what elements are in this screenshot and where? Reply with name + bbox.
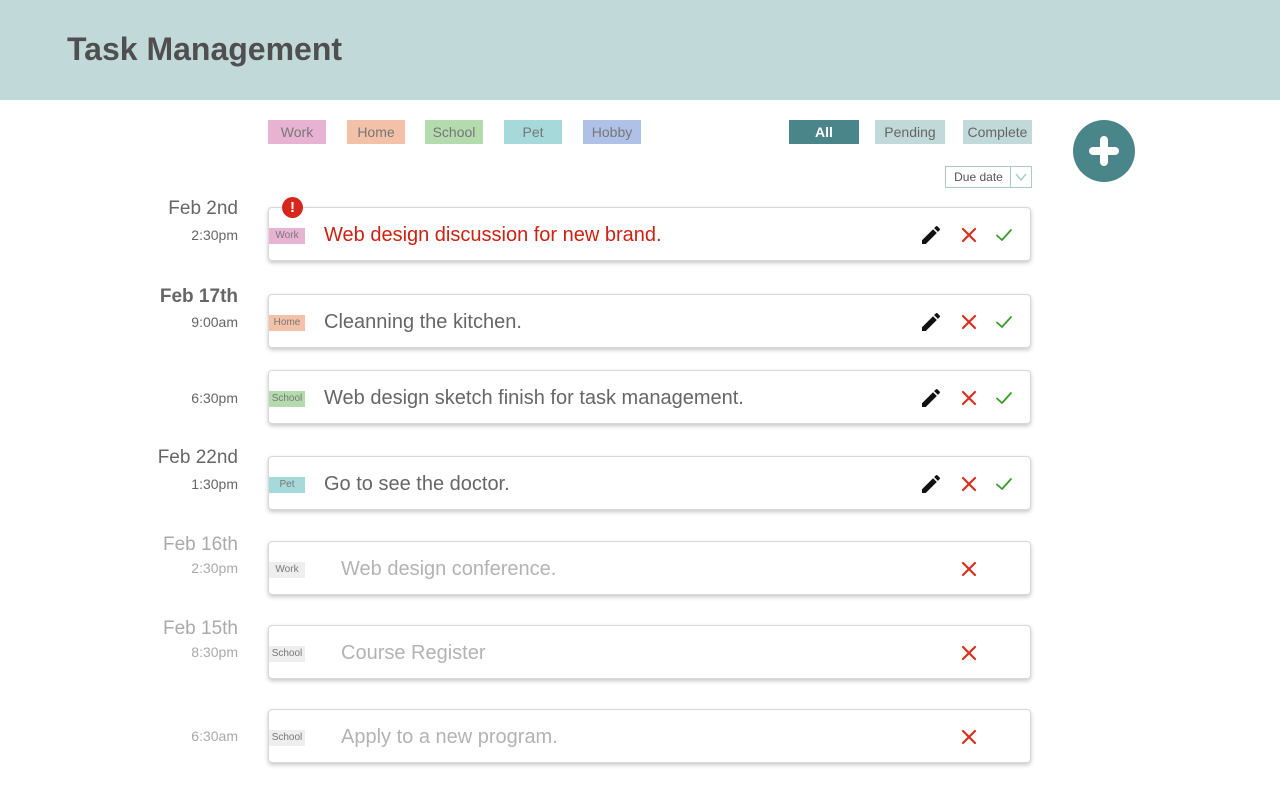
task-date: Feb 15th <box>163 618 238 639</box>
task-time: 2:30pm <box>191 560 238 576</box>
check-icon[interactable] <box>992 310 1016 334</box>
sort-dropdown[interactable]: Due date <box>945 166 1032 188</box>
task-date: Feb 16th <box>163 534 238 555</box>
task-time: 2:30pm <box>191 227 238 243</box>
pencil-icon[interactable] <box>919 310 943 334</box>
category-pet-button[interactable]: Pet <box>504 120 562 144</box>
task-tag: Work <box>269 228 305 244</box>
task-time: 6:30am <box>191 728 238 744</box>
category-home-button[interactable]: Home <box>347 120 405 144</box>
task-card: School Course Register <box>268 625 1031 679</box>
task-text: Go to see the doctor. <box>324 473 510 495</box>
category-hobby-button[interactable]: Hobby <box>583 120 641 144</box>
exclamation-icon: ! <box>282 197 303 218</box>
page-title: Task Management <box>67 31 343 67</box>
check-icon[interactable] <box>992 472 1016 496</box>
pencil-icon[interactable] <box>919 223 943 247</box>
task-time: 1:30pm <box>191 476 238 492</box>
close-icon[interactable] <box>957 310 981 334</box>
pencil-icon[interactable] <box>919 386 943 410</box>
task-text: Web design sketch finish for task manage… <box>324 387 744 409</box>
close-icon[interactable] <box>957 472 981 496</box>
task-date: Feb 22nd <box>157 447 238 468</box>
task-time: 9:00am <box>191 314 238 330</box>
close-icon[interactable] <box>957 641 981 665</box>
task-date: Feb 2nd <box>168 198 238 219</box>
add-task-button[interactable] <box>1073 120 1135 182</box>
task-card: Work Web design conference. <box>268 541 1031 595</box>
task-text: Course Register <box>341 642 486 664</box>
sort-label: Due date <box>954 170 1003 184</box>
task-tag: School <box>269 391 305 407</box>
pencil-icon[interactable] <box>919 472 943 496</box>
close-icon[interactable] <box>957 223 981 247</box>
app-header: Task Management <box>0 0 1280 100</box>
task-card: School Web design sketch finish for task… <box>268 370 1031 424</box>
check-icon[interactable] <box>992 386 1016 410</box>
task-text: Apply to a new program. <box>341 726 558 748</box>
task-tag: Home <box>269 315 305 331</box>
task-card: Pet Go to see the doctor. <box>268 456 1031 510</box>
task-time: 8:30pm <box>191 644 238 660</box>
close-icon[interactable] <box>957 557 981 581</box>
chevron-down-icon <box>1010 167 1031 187</box>
task-text: Cleanning the kitchen. <box>324 311 522 333</box>
task-text: Web design discussion for new brand. <box>324 224 662 246</box>
filter-complete-tab[interactable]: Complete <box>963 120 1032 144</box>
category-work-button[interactable]: Work <box>268 120 326 144</box>
filter-pending-tab[interactable]: Pending <box>875 120 945 144</box>
filter-all-tab[interactable]: All <box>789 120 859 144</box>
task-tag: Work <box>269 562 305 578</box>
close-icon[interactable] <box>957 725 981 749</box>
task-card: School Apply to a new program. <box>268 709 1031 763</box>
task-tag: Pet <box>269 477 305 493</box>
category-school-button[interactable]: School <box>425 120 483 144</box>
task-tag: School <box>269 646 305 662</box>
check-icon[interactable] <box>992 223 1016 247</box>
task-tag: School <box>269 730 305 746</box>
task-time: 6:30pm <box>191 390 238 406</box>
close-icon[interactable] <box>957 386 981 410</box>
task-text: Web design conference. <box>341 558 557 580</box>
task-card: Home Cleanning the kitchen. <box>268 294 1031 348</box>
task-date: Feb 17th <box>159 286 238 307</box>
task-card: Work Web design discussion for new brand… <box>268 207 1031 261</box>
